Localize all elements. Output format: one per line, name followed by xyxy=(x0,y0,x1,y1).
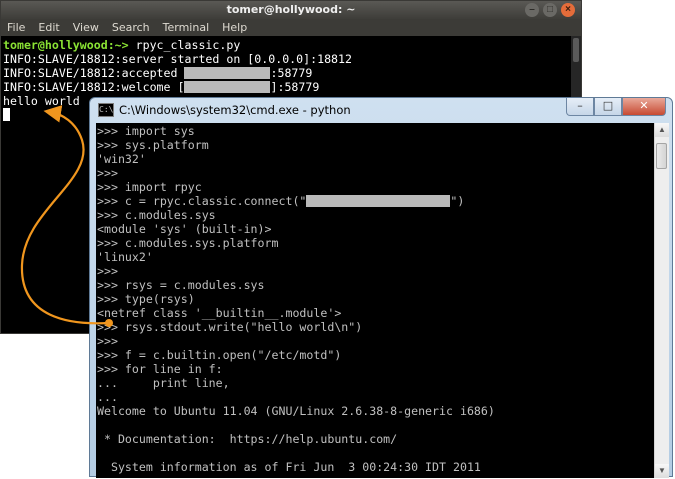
cmd-minimize-button[interactable]: – xyxy=(566,98,594,116)
menu-file[interactable]: File xyxy=(1,19,32,36)
menu-search[interactable]: Search xyxy=(106,19,157,36)
console-line: ... xyxy=(97,390,118,404)
cmd-scrollbar[interactable]: ▲ ▼ xyxy=(654,123,669,478)
console-line: ... print line, xyxy=(97,376,230,390)
console-text: ") xyxy=(450,194,465,208)
console-line: <netref class '__builtin__.module'> xyxy=(97,306,342,320)
ubuntu-window-title: tomer@hollywood: ~ xyxy=(226,3,356,16)
menu-view[interactable]: View xyxy=(67,19,106,36)
scrollbar-thumb[interactable] xyxy=(573,38,579,62)
terminal-line: tomer@hollywood:~> rpyc_classic.py xyxy=(3,38,240,52)
ubuntu-title-bar[interactable]: tomer@hollywood: ~ – □ × xyxy=(1,1,581,19)
cmd-scrollbar-thumb[interactable] xyxy=(656,143,667,169)
menu-edit[interactable]: Edit xyxy=(32,19,66,36)
console-line: <module 'sys' (built-in)> xyxy=(97,222,272,236)
log-text: ]:58779 xyxy=(270,80,320,94)
terminal-line: INFO:SLAVE/18812:accepted :58779 xyxy=(3,66,312,80)
cmd-maximize-button[interactable]: □ xyxy=(594,98,622,116)
log-text: INFO:SLAVE/18812:welcome [ xyxy=(3,80,185,94)
cmd-window-title: C:\Windows\system32\cmd.exe - python xyxy=(119,103,351,117)
menu-terminal[interactable]: Terminal xyxy=(157,19,217,36)
console-line: >>> rsys = c.modules.sys xyxy=(97,278,265,292)
console-line: System information as of Fri Jun 3 00:24… xyxy=(97,460,481,474)
redacted-host xyxy=(306,195,451,207)
terminal-line: INFO:SLAVE/18812:welcome [ ]:58779 xyxy=(3,80,319,94)
console-line: >>> xyxy=(97,264,118,278)
close-button[interactable]: × xyxy=(561,3,575,17)
console-text: >>> c = rpyc.classic.connect(" xyxy=(97,194,307,208)
console-line-write: >>> rsys.stdout.write("hello world\n") xyxy=(97,320,363,334)
redacted-ip xyxy=(184,67,271,79)
menu-help[interactable]: Help xyxy=(216,19,254,36)
shell-prompt: tomer@hollywood:~> xyxy=(3,38,129,52)
console-line: >>> import sys xyxy=(97,124,195,138)
cmd-title-bar[interactable]: C:\ C:\Windows\system32\cmd.exe - python xyxy=(98,102,351,118)
console-line: >>> xyxy=(97,334,118,348)
console-line: >>> sys.platform xyxy=(97,138,209,152)
console-line: 'linux2' xyxy=(97,250,153,264)
ubuntu-menu-bar: File Edit View Search Terminal Help xyxy=(1,19,581,36)
text-cursor xyxy=(3,108,10,121)
log-text: :58779 xyxy=(270,66,313,80)
maximize-button[interactable]: □ xyxy=(543,3,557,17)
cmd-window: C:\ C:\Windows\system32\cmd.exe - python… xyxy=(89,97,673,478)
console-line: >>> c.modules.sys.platform xyxy=(97,236,279,250)
console-line: >>> for line in f: xyxy=(97,362,223,376)
console-line: 'win32' xyxy=(97,152,146,166)
cmd-app-icon: C:\ xyxy=(98,103,114,117)
console-line: >>> import rpyc xyxy=(97,180,202,194)
console-line: * Documentation: https://help.ubuntu.com… xyxy=(97,432,398,446)
redacted-ip xyxy=(184,81,271,93)
terminal-line: INFO:SLAVE/18812:server started on [0.0.… xyxy=(3,52,353,66)
console-line: >>> c = rpyc.classic.connect(" ") xyxy=(97,194,464,208)
scroll-down-arrow-icon[interactable]: ▼ xyxy=(655,464,669,478)
console-line: Welcome to Ubuntu 11.04 (GNU/Linux 2.6.3… xyxy=(97,404,495,418)
shell-command: rpyc_classic.py xyxy=(128,38,241,52)
console-line: >>> type(rsys) xyxy=(97,292,195,306)
log-text: INFO:SLAVE/18812:accepted xyxy=(3,66,185,80)
console-line: >>> xyxy=(97,166,118,180)
console-line: >>> f = c.builtin.open("/etc/motd") xyxy=(97,348,342,362)
cmd-console-screen[interactable]: >>> import sys >>> sys.platform 'win32' … xyxy=(96,123,654,478)
cmd-close-button[interactable]: ✕ xyxy=(622,98,666,116)
minimize-button[interactable]: – xyxy=(525,3,539,17)
terminal-output-hello: hello world xyxy=(3,94,80,108)
console-line: >>> c.modules.sys xyxy=(97,208,216,222)
scroll-up-arrow-icon[interactable]: ▲ xyxy=(655,123,669,137)
terminal-cursor-line xyxy=(3,108,10,122)
